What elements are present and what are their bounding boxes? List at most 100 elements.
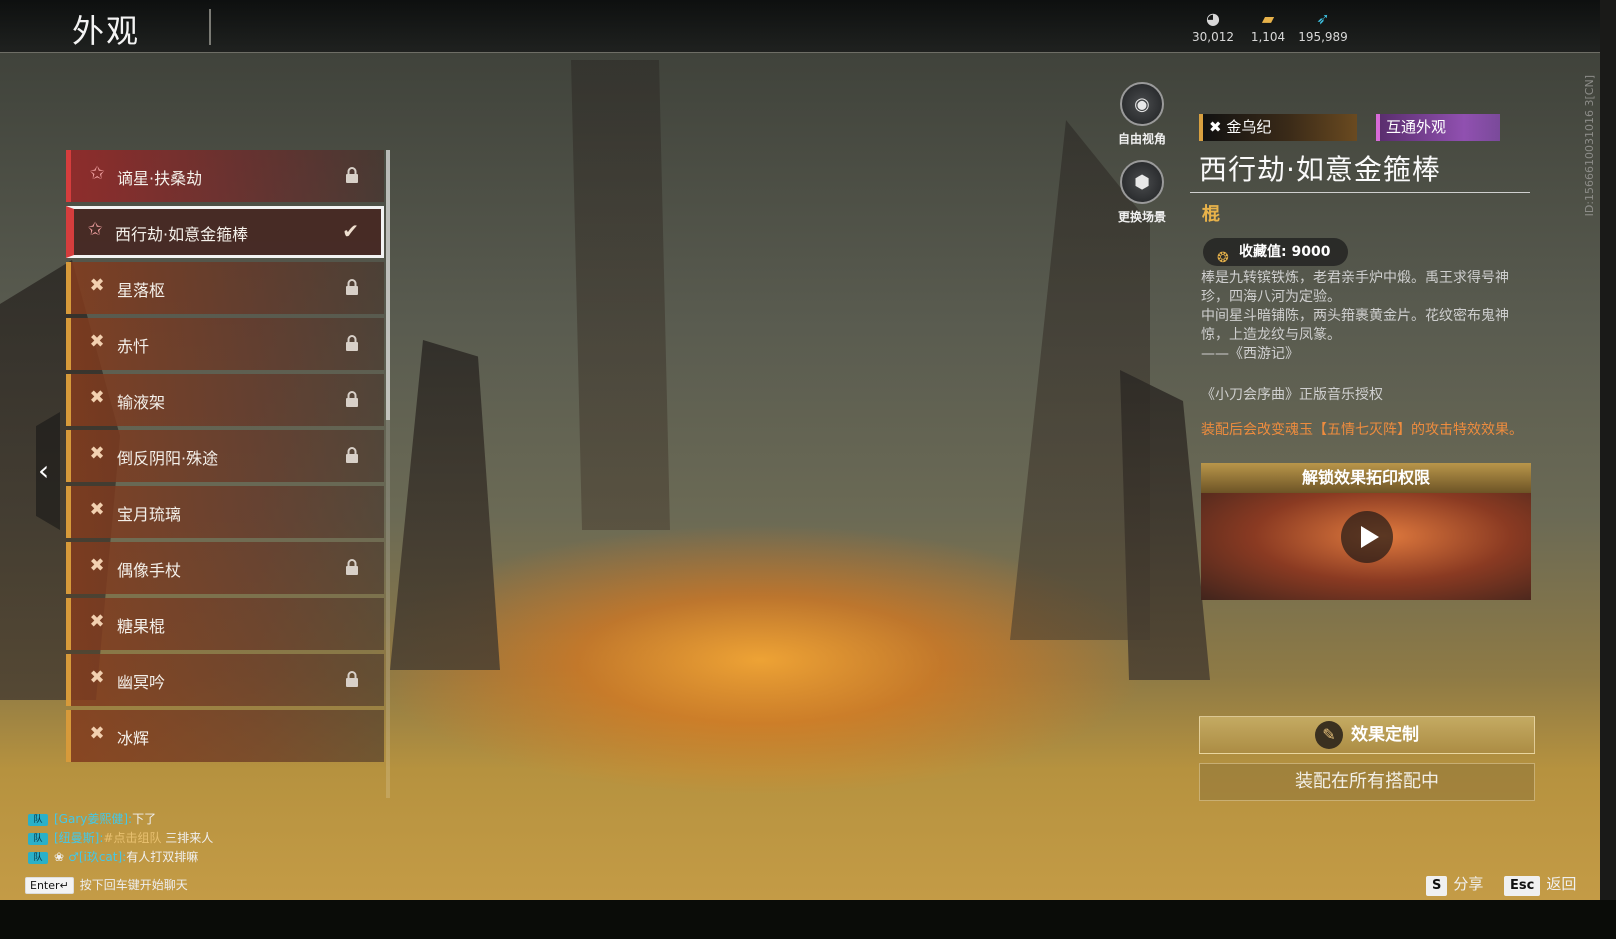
screen-edge (1600, 0, 1616, 900)
cube-icon: ⬢ (1120, 160, 1164, 204)
camera-icon: ◉ (1120, 82, 1164, 126)
back-label: 返回 (1546, 875, 1577, 893)
chat-text: 下了 (132, 812, 157, 826)
cross-icon: ✖ (89, 331, 105, 352)
item-label: 谪星·扶桑劫 (117, 169, 203, 188)
rock-shape (571, 60, 670, 530)
chat-channel-icon: 队 (28, 851, 48, 864)
cross-icon: ✖ (1209, 118, 1222, 136)
list-item[interactable]: ✩ 谪星·扶桑劫 (66, 150, 384, 202)
top-bar: 外观 ◕ 30,012 ▰ 1,104 ➶ 195,989 (0, 0, 1600, 53)
description-source: ——《西游记》 (1201, 346, 1299, 362)
item-label: 西行劫·如意金箍棒 (115, 225, 249, 244)
share-hint[interactable]: S 分享 (1426, 873, 1483, 896)
cross-icon: ✖ (89, 555, 105, 576)
cross-icon: ✖ (89, 667, 105, 688)
cross-icon: ✖ (89, 499, 105, 520)
join-team-link[interactable]: #点击组队 (103, 831, 161, 845)
star-icon: ✩ (89, 163, 105, 184)
play-icon[interactable] (1341, 511, 1393, 563)
shared-skin-tag: 互通外观 (1376, 114, 1500, 141)
collection-value-badge: ❂ 收藏值: 9000 (1203, 238, 1349, 266)
chat-line: 队 ❀ ♂[i玖cat]:有人打双排嘛 (28, 848, 213, 867)
customize-label: 效果定制 (1351, 725, 1419, 745)
enter-hint-text: 按下回车键开始聊天 (79, 878, 188, 892)
item-label: 偶像手杖 (117, 561, 182, 580)
equip-all-button[interactable]: 装配在所有搭配中 (1199, 763, 1535, 801)
list-item[interactable]: ✖ 糖果棍 (66, 598, 384, 650)
currency-value: 195,989 (1298, 30, 1348, 44)
item-label: 输液架 (117, 393, 166, 412)
game-scene: 外观 ◕ 30,012 ▰ 1,104 ➶ 195,989 ID:1566610… (0, 0, 1616, 939)
title-divider (209, 9, 211, 45)
description-line: 中间星斗暗铺陈，两头箝裹黄金片。花纹密布鬼神惊，上造龙纹与凤篆。 (1201, 308, 1509, 343)
chat-line: 队 [纽曼斯]:#点击组队 三排来人 (28, 829, 213, 848)
star-icon: ✩ (87, 219, 103, 240)
customize-effect-button[interactable]: ✎ 效果定制 (1199, 716, 1535, 754)
back-key: Esc (1504, 876, 1541, 896)
collection-icon: ❂ (1217, 250, 1229, 266)
change-scene-label: 更换场景 (1117, 210, 1166, 224)
item-label: 冰辉 (117, 729, 150, 748)
page-title: 外观 (72, 12, 141, 50)
item-description: 棒是九转镔铁炼，老君亲手炉中煅。禹王求得号神珍，四海八河为定验。 中间星斗暗铺陈… (1201, 269, 1536, 364)
list-scrollbar-thumb[interactable] (386, 150, 390, 420)
cross-icon: ✖ (89, 387, 105, 408)
effect-note: 装配后会改变魂玉【五情七灭阵】的攻击特效效果。 (1201, 422, 1523, 438)
user-id: ID:1566610031016 3[CN] (1583, 75, 1596, 217)
rock-shape (1120, 370, 1210, 680)
chat-input-hint[interactable]: Enter↵ 按下回车键开始聊天 (25, 876, 188, 894)
chat-line: 队 [Gary姜熙健]:下了 (28, 810, 213, 829)
series-tag-label: 金乌纪 (1226, 118, 1272, 136)
list-item[interactable]: ✖ 赤忏 (66, 318, 384, 370)
list-item[interactable]: ✖ 冰辉 (66, 710, 384, 762)
lock-icon (346, 671, 358, 687)
item-label: 星落枢 (117, 281, 166, 300)
lock-icon (346, 167, 358, 183)
list-item[interactable]: ✖ 宝月琉璃 (66, 486, 384, 538)
series-tag: ✖ 金乌纪 (1199, 114, 1357, 141)
coin-icon: ◕ (1206, 9, 1220, 28)
unlock-effect-title: 解锁效果拓印权限 (1201, 463, 1531, 493)
currency-coin: ◕ 30,012 (1183, 8, 1243, 44)
chat-name[interactable]: ♂[i玖cat]: (68, 850, 126, 864)
chat-name[interactable]: [纽曼斯]: (54, 831, 103, 845)
item-label: 倒反阴阳·殊途 (117, 449, 219, 468)
currency-ticket: ▰ 1,104 (1238, 8, 1298, 44)
music-license: 《小刀会序曲》正版音乐授权 (1201, 387, 1383, 403)
check-icon: ✔ (342, 219, 359, 243)
change-scene-button[interactable]: ⬢ 更换场景 (1107, 160, 1177, 225)
shared-skin-label: 互通外观 (1386, 118, 1447, 136)
ticket-icon: ▰ (1261, 9, 1275, 28)
chat-text: 三排来人 (161, 831, 214, 845)
chat-name[interactable]: [Gary姜熙健]: (54, 812, 132, 826)
chat-log: 队 [Gary姜熙健]:下了 队 [纽曼斯]:#点击组队 三排来人 队 ❀ ♂[i玖ca… (28, 810, 213, 867)
item-label: 糖果棍 (117, 617, 166, 636)
item-label: 幽冥吟 (117, 673, 166, 692)
item-label: 宝月琉璃 (117, 505, 182, 524)
list-item[interactable]: ✖ 输液架 (66, 374, 384, 426)
free-view-button[interactable]: ◉ 自由视角 (1107, 82, 1177, 147)
wrench-icon: ✎ (1315, 721, 1343, 749)
list-item[interactable]: ✖ 倒反阴阳·殊途 (66, 430, 384, 482)
list-item[interactable]: ✖ 幽冥吟 (66, 654, 384, 706)
item-label: 赤忏 (117, 337, 150, 356)
list-item-selected[interactable]: ✩ 西行劫·如意金箍棒 ✔ (66, 206, 384, 258)
lock-icon (346, 391, 358, 407)
effect-preview-video[interactable] (1201, 493, 1531, 600)
feather-icon: ➶ (1316, 9, 1330, 28)
cross-icon: ✖ (89, 611, 105, 632)
skin-list: ✩ 谪星·扶桑劫 ✩ 西行劫·如意金箍棒 ✔ ✖ 星落枢 ✖ 赤忏 ✖ 输液架 … (66, 150, 384, 798)
lotus-icon: ❀ (54, 850, 65, 864)
chat-channel-icon: 队 (28, 832, 48, 845)
currency-value: 1,104 (1250, 30, 1286, 44)
share-label: 分享 (1453, 875, 1484, 893)
share-key: S (1426, 876, 1448, 896)
list-item[interactable]: ✖ 偶像手杖 (66, 542, 384, 594)
unlock-effect-card[interactable]: 解锁效果拓印权限 (1201, 463, 1531, 600)
collapse-panel-button[interactable]: ‹ (36, 412, 60, 530)
list-item[interactable]: ✖ 星落枢 (66, 262, 384, 314)
back-hint[interactable]: Esc 返回 (1504, 873, 1576, 896)
chat-text: 有人打双排嘛 (126, 850, 199, 864)
cross-icon: ✖ (89, 723, 105, 744)
